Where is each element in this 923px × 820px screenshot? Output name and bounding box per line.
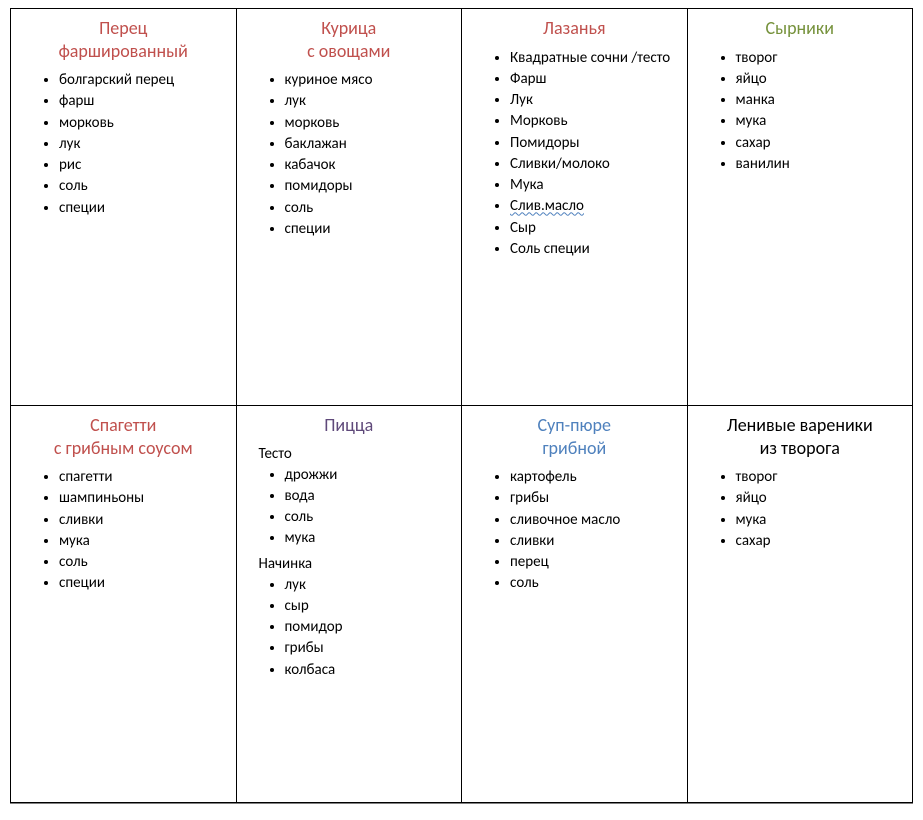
ingredient-item: лук (285, 91, 458, 111)
ingredients-list: творогяйцомукасахар (692, 467, 909, 551)
ingredient-item: Сливки/молоко (510, 154, 683, 174)
ingredient-item: Морковь (510, 111, 683, 131)
ingredient-item: Слив.масло (510, 196, 683, 216)
recipe-cell: Курица с овощами куриное мясолукморковьба… (236, 9, 462, 406)
ingredient-item: помидоры (285, 176, 458, 196)
ingredient-item: шампиньоны (59, 488, 232, 508)
recipe-title-perets-farshirovannyy: Перец фарширован­ный (15, 17, 232, 62)
ingredient-item: мука (285, 528, 458, 548)
ingredient-item: Мука (510, 175, 683, 195)
ingredients-list: Квадратные сочни /тестоФаршЛукМорковьПом… (466, 48, 683, 260)
recipe-grid-row: Перец фарширован­ный болгарский перецфарш… (11, 9, 913, 406)
recipe-grid-sheet: Перец фарширован­ный болгарский перецфарш… (10, 8, 913, 804)
ingredient-item: соль (285, 198, 458, 218)
recipe-title-lazanya: Лазанья (466, 17, 683, 40)
recipe-cell: Суп-пюре грибной картофельгрибысливочное … (462, 406, 688, 803)
ingredient-item: сахар (736, 133, 909, 153)
ingredients-list: болгарский перецфаршморковьлукриссольспе… (15, 70, 232, 218)
ingredient-item: колбаса (285, 660, 458, 680)
ingredients-list: картофельгрибысливочное маслосливкиперец… (466, 467, 683, 594)
ingredient-item: Квадратные сочни /тесто (510, 48, 683, 68)
ingredient-item: специи (59, 573, 232, 593)
recipe-grid-table: Перец фарширован­ный болгарский перецфарш… (10, 8, 913, 803)
recipe-title-sup-pyure-gribnoy: Суп-пюре грибной (466, 414, 683, 459)
ingredient-item: манка (736, 90, 909, 110)
ingredient-item: лук (285, 575, 458, 595)
ingredient-item: соль (285, 507, 458, 527)
recipe-cell: Пицца Тесто дрожживодасольмука Начинка луксы… (236, 406, 462, 803)
ingredient-item: помидор (285, 617, 458, 637)
ingredient-item: сливки (510, 531, 683, 551)
ingredients-list: творогяйцоманкамукасахарванилин (692, 48, 909, 175)
ingredient-item: перец (510, 552, 683, 572)
ingredients-list: дрожживодасольмука (241, 465, 458, 549)
ingredient-item: морковь (59, 113, 232, 133)
ingredient-item: мука (59, 531, 232, 551)
ingredient-item: Соль специи (510, 239, 683, 259)
ingredients-section-label: Тесто (259, 445, 458, 463)
ingredient-item: соль (510, 573, 683, 593)
ingredients-list: куриное мясолукморковьбаклажанкабачокпом… (241, 70, 458, 239)
ingredient-item: фарш (59, 91, 232, 111)
ingredient-item: яйцо (736, 69, 909, 89)
recipe-title-spagetti-s-gribnym-sousom: Спагетти с грибным соусом (15, 414, 232, 459)
ingredient-item: спагетти (59, 467, 232, 487)
recipe-title-lenivye-vareniki: Ленивые вареники из творога (692, 414, 909, 459)
recipe-cell: Спагетти с грибным соусом спагеттишампинь… (11, 406, 237, 803)
ingredient-item: сахар (736, 531, 909, 551)
ingredients-list: спагеттишампиньонысливкимукасольспеции (15, 467, 232, 594)
ingredient-item: ванилин (736, 154, 909, 174)
ingredient-item: яйцо (736, 488, 909, 508)
recipe-cell: Перец фарширован­ный болгарский перецфарш… (11, 9, 237, 406)
ingredients-section-label: Начинка (259, 555, 458, 573)
recipe-grid-row: Спагетти с грибным соусом спагеттишампинь… (11, 406, 913, 803)
ingredient-item: творог (736, 48, 909, 68)
ingredient-item: баклажан (285, 134, 458, 154)
recipe-cell: Сырники творогяйцоманкамукасахарванилин (687, 9, 913, 406)
ingredient-item: морковь (285, 113, 458, 133)
ingredient-item: дрожжи (285, 465, 458, 485)
recipe-cell: Лазанья Квадратные сочни /тестоФаршЛукМор… (462, 9, 688, 406)
ingredient-item: рис (59, 155, 232, 175)
ingredient-item: куриное мясо (285, 70, 458, 90)
ingredient-item: мука (736, 510, 909, 530)
ingredients-list: луксырпомидоргрибыколбаса (241, 575, 458, 680)
ingredient-item: соль (59, 176, 232, 196)
ingredient-item: грибы (285, 638, 458, 658)
ingredient-item: Фарш (510, 69, 683, 89)
ingredient-item: творог (736, 467, 909, 487)
recipe-cell: Ленивые вареники из творога творогяйцомук… (687, 406, 913, 803)
ingredient-item: лук (59, 134, 232, 154)
ingredient-item: картофель (510, 467, 683, 487)
ingredient-item: Сыр (510, 218, 683, 238)
ingredient-item: мука (736, 111, 909, 131)
ingredient-item: Лук (510, 90, 683, 110)
ingredient-item: Помидоры (510, 133, 683, 153)
ingredient-item: болгарский перец (59, 70, 232, 90)
ingredient-item: соль (59, 552, 232, 572)
recipe-title-syrniki: Сырники (692, 17, 909, 40)
ingredient-item: сыр (285, 596, 458, 616)
ingredient-item: специи (285, 219, 458, 239)
ingredient-item: вода (285, 486, 458, 506)
ingredient-item: сливочное масло (510, 510, 683, 530)
recipe-title-pitstsa: Пицца (241, 414, 458, 437)
ingredient-item: сливки (59, 510, 232, 530)
ingredient-item: специи (59, 198, 232, 218)
ingredient-item: грибы (510, 488, 683, 508)
recipe-title-kuritsa-s-ovoshchami: Курица с овощами (241, 17, 458, 62)
ingredient-item: кабачок (285, 155, 458, 175)
